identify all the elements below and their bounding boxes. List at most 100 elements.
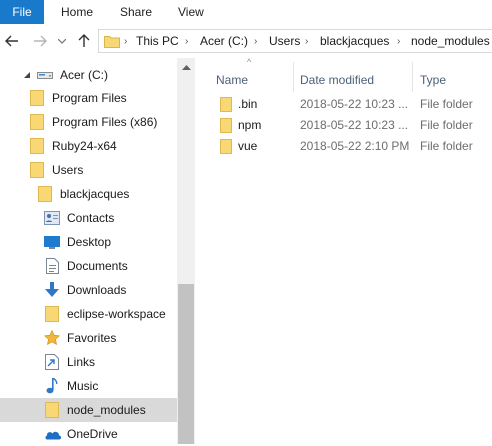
folder-icon <box>104 34 120 48</box>
tree-item-label: eclipse-workspace <box>67 307 166 321</box>
navigation-pane: Acer (C:) Program Files Program Files (x… <box>0 58 195 444</box>
chevron-right-icon: › <box>124 35 128 47</box>
folder-icon <box>28 90 46 106</box>
folder-icon <box>28 138 46 154</box>
file-row[interactable]: vue 2018-05-22 2:10 PM File folder <box>216 136 492 156</box>
tree-item-program-files[interactable]: Program Files <box>28 86 177 110</box>
tree-item-label: Program Files <box>52 91 127 105</box>
chevron-right-icon: › <box>185 35 189 47</box>
file-name-cell: .bin <box>220 94 257 114</box>
chevron-down-icon[interactable] <box>18 71 36 79</box>
back-button[interactable] <box>2 30 22 52</box>
downloads-icon <box>43 282 61 298</box>
tree-item-blackjacques[interactable]: blackjacques <box>36 182 177 206</box>
tree-item-desktop[interactable]: Desktop <box>43 230 177 254</box>
sort-ascending-icon: ^ <box>247 57 252 67</box>
forward-arrow-icon <box>34 35 47 47</box>
file-date: 2018-05-22 10:23 ... <box>300 97 409 111</box>
tree-item-documents[interactable]: Documents <box>43 254 177 278</box>
tree-item-label: blackjacques <box>60 187 130 201</box>
tree-item-label: Contacts <box>67 211 115 225</box>
tree-item-downloads[interactable]: Downloads <box>43 278 177 302</box>
folder-icon <box>28 114 46 130</box>
onedrive-icon <box>43 426 61 442</box>
drive-icon <box>36 67 54 83</box>
folder-icon <box>220 138 232 154</box>
tree-item-links[interactable]: Links <box>43 350 177 374</box>
breadcrumb-this-pc[interactable]: This PC <box>136 30 179 52</box>
forward-button[interactable] <box>30 30 50 52</box>
desktop-icon <box>43 234 61 250</box>
tree-item-label: Ruby24-x64 <box>52 139 117 153</box>
breadcrumb-acer-c[interactable]: Acer (C:) <box>200 30 248 52</box>
chevron-right-icon: › <box>305 35 309 47</box>
ribbon: File Home Share View <box>0 0 492 25</box>
tree-item-acer-c[interactable]: Acer (C:) <box>18 63 177 87</box>
navigation-bar: › This PC › Acer (C:) › Users › blackjac… <box>0 24 492 58</box>
column-header-name[interactable]: Name <box>216 68 248 92</box>
up-button[interactable] <box>74 30 94 52</box>
tree-item-label: Favorites <box>67 331 117 345</box>
breadcrumb-blackjacques[interactable]: blackjacques <box>320 30 389 52</box>
folder-icon <box>28 162 46 178</box>
tree-item-label: Users <box>52 163 84 177</box>
file-type: File folder <box>420 118 473 132</box>
column-divider[interactable] <box>293 62 294 92</box>
chevron-right-icon: › <box>254 35 258 47</box>
folder-icon <box>43 402 61 418</box>
tree-item-music[interactable]: Music <box>43 374 177 398</box>
tree-item-program-files-x86[interactable]: Program Files (x86) <box>28 110 177 134</box>
tree-item-onedrive[interactable]: OneDrive <box>43 422 177 446</box>
address-bar[interactable]: › This PC › Acer (C:) › Users › blackjac… <box>98 29 492 53</box>
file-date: 2018-05-22 10:23 ... <box>300 118 409 132</box>
contacts-icon <box>43 210 61 226</box>
folder-icon <box>36 186 54 202</box>
tab-share[interactable]: Share <box>120 0 152 24</box>
file-name: npm <box>238 118 262 132</box>
recent-locations-button[interactable] <box>56 30 68 52</box>
up-arrow-icon <box>78 34 90 47</box>
tab-home[interactable]: Home <box>61 0 93 24</box>
file-row[interactable]: npm 2018-05-22 10:23 ... File folder <box>216 115 492 135</box>
favorites-icon <box>43 330 61 346</box>
tree-item-label: Program Files (x86) <box>52 115 158 129</box>
tree-item-label: Documents <box>67 259 128 273</box>
tree-item-label: Music <box>67 379 99 393</box>
tree-item-label: Desktop <box>67 235 112 249</box>
tree-item-label: Downloads <box>67 283 127 297</box>
file-type: File folder <box>420 97 473 111</box>
file-name-cell: npm <box>220 115 261 135</box>
tree-item-label: node_modules <box>67 403 146 417</box>
column-header-date-modified[interactable]: Date modified <box>300 68 374 92</box>
tree-item-label: Acer (C:) <box>60 68 108 82</box>
tree-item-eclipse-workspace[interactable]: eclipse-workspace <box>43 302 177 326</box>
documents-icon <box>43 258 61 274</box>
navigation-pane-scrollbar[interactable] <box>177 58 195 444</box>
tree-item-label: Links <box>67 355 96 369</box>
tab-file[interactable]: File <box>0 0 44 24</box>
chevron-up-icon <box>181 64 191 70</box>
links-icon <box>43 354 61 370</box>
folder-icon <box>220 96 232 112</box>
scroll-up-button[interactable] <box>177 58 195 76</box>
file-name-cell: vue <box>220 136 257 156</box>
tab-view[interactable]: View <box>178 0 204 24</box>
tree-item-contacts[interactable]: Contacts <box>43 206 177 230</box>
folder-icon <box>43 306 61 322</box>
column-header-type[interactable]: Type <box>420 68 446 92</box>
breadcrumb-users[interactable]: Users <box>269 30 300 52</box>
tree-item-label: OneDrive <box>67 427 118 441</box>
scrollbar-thumb[interactable] <box>178 284 194 444</box>
file-type: File folder <box>420 139 473 153</box>
tree-item-ruby24-x64[interactable]: Ruby24-x64 <box>28 134 177 158</box>
column-divider[interactable] <box>412 62 413 92</box>
tree-item-users[interactable]: Users <box>28 158 177 182</box>
back-arrow-icon <box>5 35 18 47</box>
file-date: 2018-05-22 2:10 PM <box>300 139 410 153</box>
chevron-down-icon <box>58 38 66 44</box>
breadcrumb-node-modules[interactable]: node_modules <box>411 30 490 52</box>
tree-item-node-modules[interactable]: node_modules <box>0 398 177 422</box>
file-name: vue <box>238 139 258 153</box>
tree-item-favorites[interactable]: Favorites <box>43 326 177 350</box>
file-row[interactable]: .bin 2018-05-22 10:23 ... File folder <box>216 94 492 114</box>
